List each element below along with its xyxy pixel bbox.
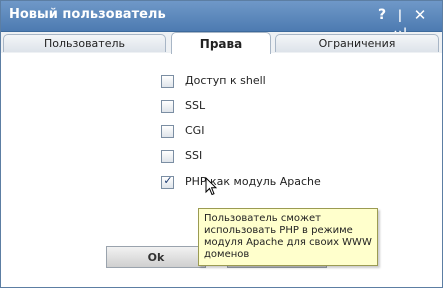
dialog-title: Новый пользователь	[9, 7, 166, 22]
ssi-label: SSI	[185, 149, 203, 162]
tooltip: Пользователь сможет использовать PHP в р…	[198, 208, 378, 266]
close-icon[interactable]: ✕	[413, 6, 427, 24]
ssl-label: SSL	[185, 99, 206, 112]
tab-user[interactable]: Пользователь	[3, 34, 166, 52]
shell-access-label: Доступ к shell	[185, 74, 266, 87]
check-icon: ✓	[163, 174, 173, 187]
shell-access-checkbox[interactable]	[161, 75, 174, 88]
ssl-checkbox[interactable]	[161, 100, 174, 113]
mouse-cursor-icon	[205, 177, 217, 196]
dialog-window: Новый пользователь ? |↔| ✕ Пользователь …	[0, 0, 443, 288]
tab-permissions[interactable]: Права	[171, 32, 271, 54]
php-apache-checkbox[interactable]: ✓	[161, 174, 174, 189]
cgi-checkbox[interactable]	[161, 125, 174, 138]
tab-limits[interactable]: Ограничения	[275, 34, 439, 52]
help-icon[interactable]: ?	[376, 6, 388, 24]
ok-button[interactable]: Ok	[106, 246, 206, 268]
title-bar[interactable]: Новый пользователь ? |↔| ✕	[1, 1, 442, 40]
tab-bar: Пользователь Права Ограничения	[1, 32, 442, 54]
ssi-checkbox[interactable]	[161, 150, 174, 163]
cgi-label: CGI	[185, 124, 205, 137]
